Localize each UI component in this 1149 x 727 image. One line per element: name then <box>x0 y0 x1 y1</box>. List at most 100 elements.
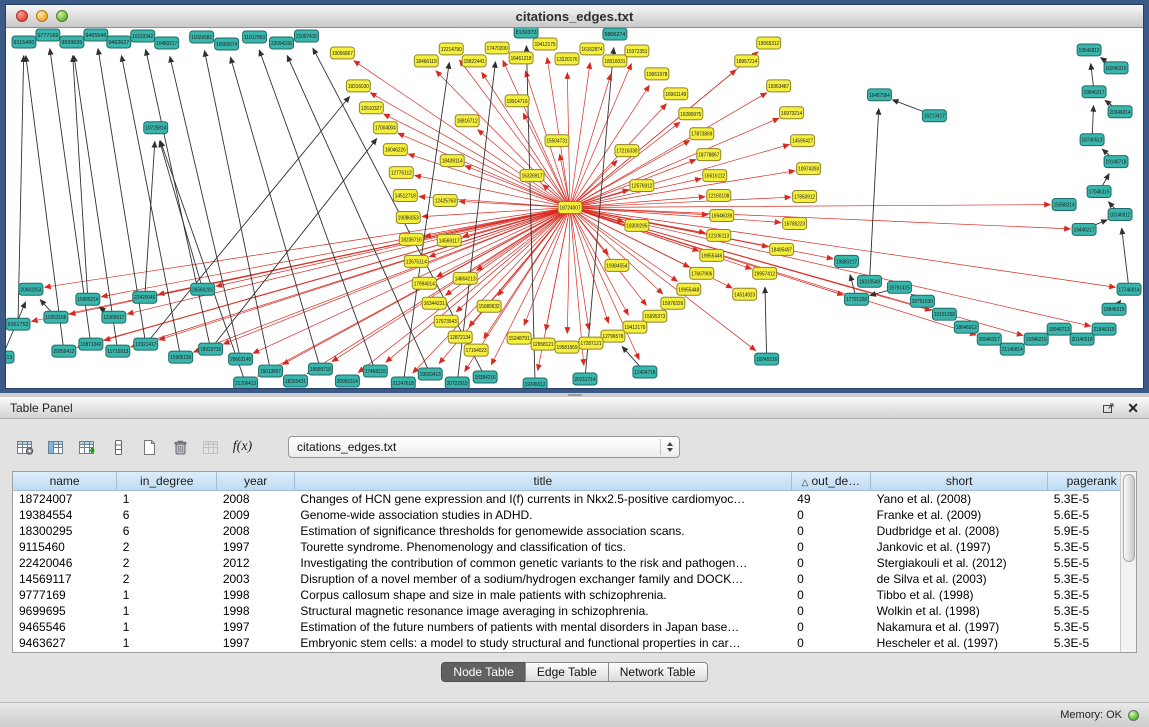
graph-node[interactable]: 16785223 <box>783 217 807 229</box>
graph-node[interactable]: 19363487 <box>767 80 791 92</box>
table-cell[interactable]: Stergiakouli et al. (2012) <box>871 555 1048 571</box>
graph-node[interactable]: 16961149 <box>664 88 688 100</box>
table-cell[interactable]: 2 <box>117 555 217 571</box>
graph-node[interactable]: 17994014 <box>412 277 436 289</box>
graph-node[interactable]: 14595427 <box>791 135 815 147</box>
table-cell[interactable]: 1 <box>117 603 217 619</box>
graph-node[interactable]: 18746513 <box>1080 134 1104 146</box>
citation-edge-red[interactable] <box>224 208 570 344</box>
graph-node[interactable]: 18384216 <box>473 371 497 383</box>
graph-node[interactable]: 15089632 <box>477 300 501 312</box>
graph-node[interactable]: 13220176 <box>555 53 579 65</box>
graph-node[interactable]: 12958121 <box>531 338 555 350</box>
graph-node[interactable]: 12872134 <box>448 331 472 343</box>
function-builder-icon[interactable]: f(x) <box>229 434 256 460</box>
table-row[interactable]: 977716911998Corpus callosum shape and si… <box>13 587 1136 603</box>
table-cell[interactable]: 14569117 <box>13 571 117 587</box>
graph-node[interactable]: 17216330 <box>615 145 639 157</box>
graph-node[interactable]: 12425763 <box>433 195 457 207</box>
graph-node[interactable]: 18316031 <box>603 55 627 67</box>
table-cell[interactable]: 19384554 <box>13 507 117 523</box>
tab-node-table[interactable]: Node Table <box>441 662 526 682</box>
graph-node[interactable]: 12610327 <box>359 102 383 114</box>
citation-edge-black[interactable] <box>170 57 241 360</box>
graph-node[interactable]: 15976326 <box>661 297 685 309</box>
table-cell[interactable]: Nakamura et al. (1997) <box>871 619 1048 635</box>
column-header-year[interactable]: year <box>217 472 295 491</box>
graph-node[interactable]: 21247618 <box>391 377 415 388</box>
graph-node[interactable]: 12775112 <box>389 167 413 179</box>
citation-edge-red[interactable] <box>45 208 570 288</box>
table-cell[interactable]: 0 <box>791 507 870 523</box>
table-scrollbar[interactable] <box>1120 472 1136 652</box>
graph-node[interactable]: 22094316 <box>270 37 294 49</box>
table-cell[interactable]: 0 <box>791 635 870 651</box>
graph-node[interactable]: 19346215 <box>1024 333 1048 345</box>
graph-node[interactable]: 4107213 <box>6 351 14 363</box>
new-table-icon[interactable] <box>136 434 163 460</box>
table-cell[interactable]: de Silva et al. (2003) <box>871 571 1048 587</box>
graph-node[interactable]: 17287121 <box>579 337 603 349</box>
table-cell[interactable]: Estimation of significance thresholds fo… <box>294 523 791 539</box>
graph-node[interactable]: 12404718 <box>633 366 657 378</box>
table-row[interactable]: 969969511998Structural magnetic resonanc… <box>13 603 1136 619</box>
row-height-icon[interactable] <box>105 434 132 460</box>
table-cell[interactable]: 2008 <box>217 491 295 508</box>
citation-edge-black[interactable] <box>869 109 878 282</box>
graph-node[interactable]: 20663148 <box>229 353 253 365</box>
table-selector[interactable]: citations_edges.txt <box>288 436 680 458</box>
table-cell[interactable]: Embryonic stem cells: a model to study s… <box>294 635 791 651</box>
table-cell[interactable]: 0 <box>791 603 870 619</box>
graph-node[interactable]: 17667906 <box>690 267 714 279</box>
graph-node[interactable]: 14514923 <box>733 288 757 300</box>
graph-node[interactable]: 19412175 <box>533 38 557 50</box>
table-cell[interactable]: Investigating the contribution of common… <box>294 555 791 571</box>
float-panel-icon[interactable] <box>1102 402 1115 414</box>
import-table-icon[interactable] <box>198 434 225 460</box>
table-cell[interactable]: 9465546 <box>13 619 117 635</box>
graph-node[interactable]: 19245012 <box>523 378 547 388</box>
table-cell[interactable]: 1997 <box>217 635 295 651</box>
close-panel-icon[interactable]: ✕ <box>1127 401 1139 415</box>
table-cell[interactable]: 6 <box>117 507 217 523</box>
graph-node[interactable]: 18957214 <box>735 55 759 67</box>
table-cell[interactable]: 1997 <box>217 539 295 555</box>
graph-node[interactable]: 16946039 <box>710 209 734 221</box>
graph-node[interactable]: 16816712 <box>455 115 479 127</box>
graph-node[interactable]: 20346914 <box>1108 106 1132 118</box>
table-cell[interactable]: Structural magnetic resonance image aver… <box>294 603 791 619</box>
graph-node[interactable]: 15248791 <box>507 332 531 344</box>
table-cell[interactable]: 18300295 <box>13 523 117 539</box>
graph-node[interactable]: 12160108 <box>707 190 731 202</box>
table-cell[interactable]: 9115460 <box>13 539 117 555</box>
column-header-title[interactable]: title <box>294 472 791 491</box>
citation-edge-black[interactable] <box>73 56 88 299</box>
table-cell[interactable]: Genome-wide association studies in ADHD. <box>294 507 791 523</box>
citation-edge-black[interactable] <box>204 51 270 371</box>
graph-node[interactable]: 9463627 <box>107 36 131 48</box>
citation-edge-black[interactable] <box>146 97 350 344</box>
graph-node[interactable]: 19446217 <box>1072 223 1096 235</box>
graph-node[interactable]: 18310549 <box>858 275 882 287</box>
citation-edge-red[interactable] <box>570 208 589 330</box>
graph-node[interactable]: 9465546 <box>84 29 108 41</box>
graph-node[interactable]: 18646912 <box>954 321 978 333</box>
table-row[interactable]: 1938455462009Genome-wide association stu… <box>13 507 1136 523</box>
delete-table-icon[interactable] <box>167 434 194 460</box>
table-cell[interactable]: 22420046 <box>13 555 117 571</box>
table-cell[interactable]: 1 <box>117 491 217 508</box>
table-cell[interactable]: Estimation of the future numbers of pati… <box>294 619 791 635</box>
table-cell[interactable]: 6 <box>117 523 217 539</box>
graph-node[interactable]: 18236716 <box>399 233 423 245</box>
graph-node[interactable]: 17746814 <box>1117 283 1141 295</box>
citation-edge-black[interactable] <box>1122 228 1129 289</box>
network-window-titlebar[interactable]: citations_edges.txt <box>6 5 1143 28</box>
graph-node[interactable]: 19581569 <box>555 341 579 353</box>
citation-edge-red[interactable] <box>104 208 570 341</box>
citation-edge-red[interactable] <box>570 122 680 207</box>
graph-node[interactable]: 21146814 <box>1000 343 1024 355</box>
table-cell[interactable]: 1 <box>117 587 217 603</box>
table-cell[interactable]: 0 <box>791 587 870 603</box>
graph-node[interactable]: 16487564 <box>867 89 891 101</box>
table-cell[interactable]: 0 <box>791 555 870 571</box>
